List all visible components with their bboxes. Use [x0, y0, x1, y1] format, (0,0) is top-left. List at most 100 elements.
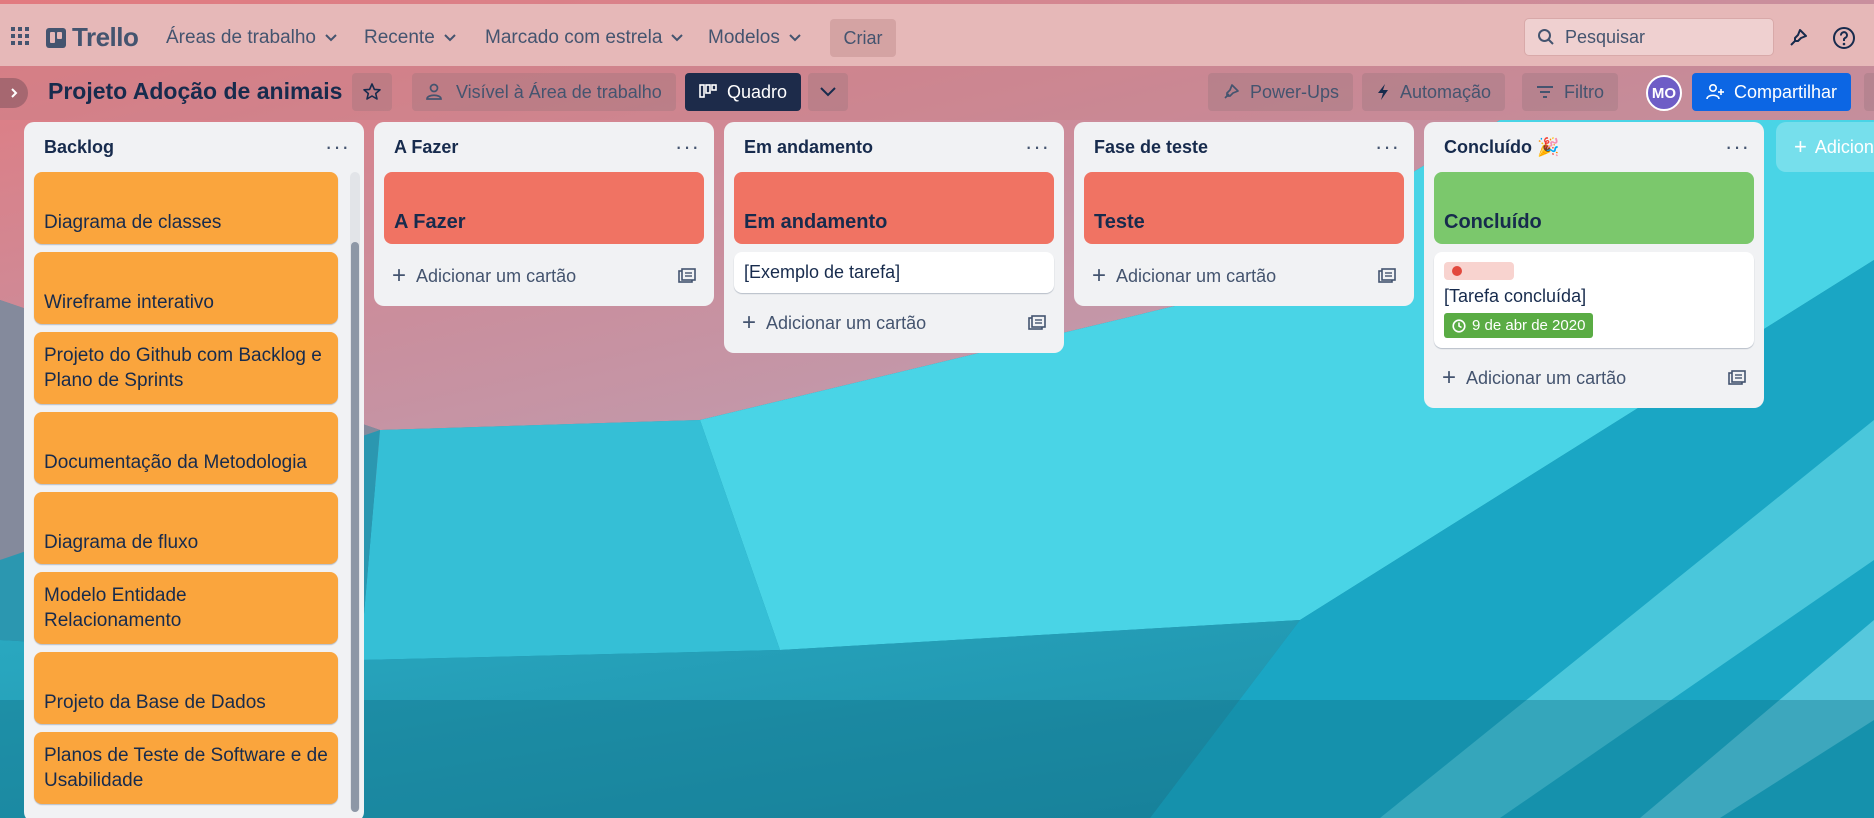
card-title: A Fazer: [394, 211, 466, 233]
cover-card[interactable]: Em andamento: [734, 172, 1054, 244]
board-header: Projeto Adoção de animais Visível à Área…: [0, 66, 1874, 120]
help-icon[interactable]: [1832, 26, 1856, 50]
card[interactable]: Planos de Teste de Software e de Usabili…: [34, 732, 338, 804]
nav-recent[interactable]: Recente: [358, 22, 463, 54]
cover-card[interactable]: Concluído: [1434, 172, 1754, 244]
share-button[interactable]: Compartilhar: [1692, 73, 1852, 111]
list-scrollbar[interactable]: [350, 172, 360, 812]
chevron-right-icon: [11, 88, 18, 98]
filter-label: Filtro: [1564, 81, 1604, 102]
app-switcher-icon[interactable]: [10, 26, 30, 46]
card-title: Planos de Teste de Software e de Usabili…: [44, 745, 328, 791]
automation-label: Automação: [1400, 81, 1492, 102]
filter-button[interactable]: Filtro: [1522, 73, 1618, 111]
people-icon: [426, 83, 442, 100]
views-dropdown-button[interactable]: [808, 73, 848, 111]
add-list-button[interactable]: + Adicion: [1776, 122, 1874, 172]
sidebar-toggle[interactable]: [0, 78, 28, 108]
create-button[interactable]: Criar: [830, 19, 896, 57]
nav-templates[interactable]: Modelos: [702, 22, 808, 54]
list-header: A Fazer ···: [374, 122, 714, 172]
add-card-button[interactable]: + Adicionar um cartão: [384, 254, 704, 298]
nav-workspaces[interactable]: Áreas de trabalho: [160, 22, 344, 54]
search-box[interactable]: [1524, 18, 1774, 56]
card-title: Projeto da Base de Dados: [44, 692, 266, 713]
card[interactable]: Projeto do Github com Backlog e Plano de…: [34, 332, 338, 404]
trello-logo[interactable]: Trello: [46, 22, 139, 53]
star-board-button[interactable]: [352, 73, 392, 111]
list-header: Em andamento ···: [724, 122, 1064, 172]
chevron-down-icon: [444, 34, 456, 42]
plus-icon: +: [1092, 262, 1107, 289]
more-icon[interactable]: ···: [325, 136, 350, 158]
add-card-button[interactable]: + Adicionar um cartão: [1084, 254, 1404, 298]
card[interactable]: Diagrama de fluxo: [34, 492, 338, 564]
card-title: Projeto do Github com Backlog e Plano de…: [44, 345, 322, 391]
card-title: Modelo Entidade Relacionamento: [44, 585, 187, 631]
cover-card[interactable]: A Fazer: [384, 172, 704, 244]
list-header: Backlog ···: [24, 122, 364, 172]
card[interactable]: Wireframe interativo: [34, 252, 338, 324]
nav-templates-label: Modelos: [708, 27, 780, 48]
add-card-label: Adicionar um cartão: [766, 312, 927, 333]
board-view-button[interactable]: Quadro: [685, 73, 802, 111]
card-title: Diagrama de fluxo: [44, 532, 199, 553]
nav-workspaces-label: Áreas de trabalho: [166, 27, 316, 48]
add-card-label: Adicionar um cartão: [1116, 265, 1277, 286]
scrollbar-thumb[interactable]: [351, 242, 359, 812]
notifications-icon[interactable]: [1786, 26, 1810, 50]
powerups-button[interactable]: Power-Ups: [1208, 73, 1354, 111]
template-icon[interactable]: [1378, 268, 1396, 284]
automation-button[interactable]: Automação: [1362, 73, 1506, 111]
add-card-button[interactable]: + Adicionar um cartão: [1434, 356, 1754, 400]
card[interactable]: [Exemplo de tarefa]: [734, 252, 1054, 293]
more-menu-button[interactable]: [1864, 73, 1874, 111]
add-person-icon: [1706, 83, 1724, 100]
card-title: Wireframe interativo: [44, 292, 214, 313]
card-title: Concluído: [1444, 211, 1542, 233]
list-title[interactable]: A Fazer: [394, 137, 458, 158]
template-icon[interactable]: [678, 268, 696, 284]
due-date-badge[interactable]: 9 de abr de 2020: [1444, 313, 1594, 338]
card-title: Em andamento: [744, 211, 888, 233]
avatar[interactable]: MO: [1646, 75, 1682, 111]
card[interactable]: Projeto da Base de Dados: [34, 652, 338, 724]
list-title[interactable]: Concluído 🎉: [1444, 137, 1559, 158]
template-icon[interactable]: [1728, 370, 1746, 386]
card[interactable]: [Tarefa concluída] 9 de abr de 2020: [1434, 252, 1754, 348]
more-icon[interactable]: ···: [675, 136, 700, 158]
template-icon[interactable]: [1028, 315, 1046, 331]
chevron-down-icon: [671, 34, 684, 42]
more-icon[interactable]: ···: [1725, 136, 1750, 158]
list-todo: A Fazer ··· A Fazer + Adicionar um cartã…: [374, 122, 714, 306]
add-card-button[interactable]: + Adicionar um cartão: [734, 301, 1054, 345]
card-title: Teste: [1094, 211, 1145, 233]
list-title[interactable]: Em andamento: [744, 137, 873, 158]
share-label: Compartilhar: [1734, 81, 1838, 102]
card[interactable]: Modelo Entidade Relacionamento: [34, 572, 338, 644]
list-title[interactable]: Fase de teste: [1094, 137, 1208, 158]
nav-starred[interactable]: Marcado com estrela: [479, 22, 690, 54]
visibility-button[interactable]: Visível à Área de trabalho: [412, 73, 676, 111]
list-header: Concluído 🎉 ···: [1424, 122, 1764, 172]
more-icon[interactable]: ···: [1025, 136, 1050, 158]
list-title[interactable]: Backlog: [44, 137, 114, 158]
search-icon: [1538, 29, 1554, 45]
list-header: Fase de teste ···: [1074, 122, 1414, 172]
chevron-down-icon: [820, 87, 836, 97]
lightning-icon: [1378, 84, 1388, 100]
search-input[interactable]: [1565, 26, 1745, 48]
card[interactable]: Diagrama de classes: [34, 172, 338, 244]
board-view-icon: [699, 84, 717, 98]
cover-card[interactable]: Teste: [1084, 172, 1404, 244]
powerups-label: Power-Ups: [1250, 81, 1340, 102]
more-icon[interactable]: ···: [1375, 136, 1400, 158]
plus-icon: +: [742, 309, 757, 336]
board-title[interactable]: Projeto Adoção de animais: [48, 78, 342, 105]
plus-icon: +: [1794, 134, 1807, 159]
list-done: Concluído 🎉 ··· Concluído [Tarefa conclu…: [1424, 122, 1764, 408]
card-label[interactable]: [1444, 262, 1514, 280]
list-in-progress: Em andamento ··· Em andamento [Exemplo d…: [724, 122, 1064, 353]
card[interactable]: Documentação da Metodologia: [34, 412, 338, 484]
plus-icon: +: [392, 262, 407, 289]
